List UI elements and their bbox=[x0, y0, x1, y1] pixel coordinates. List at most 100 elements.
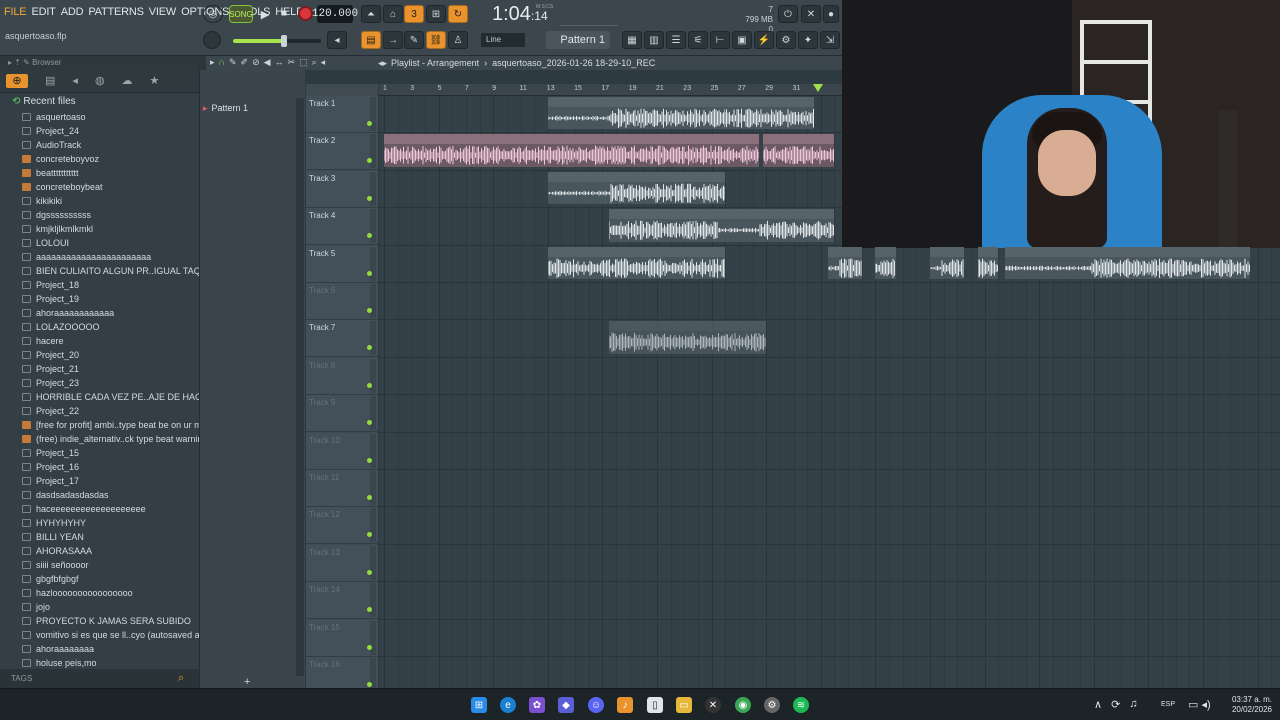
track-mute-led[interactable] bbox=[367, 382, 372, 388]
recent-files-heading[interactable]: ⟲ Recent files bbox=[12, 96, 76, 107]
slice-icon[interactable]: ✂ bbox=[288, 57, 296, 68]
track-grip[interactable] bbox=[370, 284, 376, 318]
pencil-icon[interactable]: ✎ bbox=[229, 57, 237, 68]
audio-clip[interactable]: untitled_2026-..6 17-45-57_REC bbox=[609, 209, 719, 242]
browser-cloud-tab-icon[interactable]: ☁ bbox=[122, 74, 133, 87]
audio-clip[interactable]: asquertoaso_2026-01-26 18-29-10_REC bbox=[609, 321, 767, 354]
metronome-icon[interactable]: ⏶ bbox=[361, 5, 381, 23]
mixer-icon[interactable]: ⚟ bbox=[688, 31, 708, 49]
track-mute-led[interactable] bbox=[367, 682, 372, 687]
track-header[interactable]: Track 2 bbox=[306, 133, 378, 171]
antivirus-icon[interactable]: ✕ bbox=[705, 697, 721, 713]
browser-all-tab-icon[interactable]: ⊕ bbox=[6, 73, 28, 88]
touch-icon[interactable]: ✦ bbox=[798, 31, 818, 49]
plugin-icon[interactable]: ⚡ bbox=[754, 31, 774, 49]
track-grip[interactable] bbox=[370, 134, 376, 169]
track-mute-led[interactable] bbox=[367, 457, 372, 463]
picker-scrollbar[interactable] bbox=[296, 98, 304, 676]
track-header[interactable]: Track 13 bbox=[306, 544, 378, 582]
track-mute-led[interactable] bbox=[367, 270, 372, 276]
master-pitch-knob[interactable] bbox=[203, 31, 221, 49]
arrow-right-icon[interactable]: → bbox=[383, 31, 403, 49]
language-indicator[interactable]: ESP bbox=[1161, 701, 1175, 708]
audio-clip[interactable]: untitled_2026-01-26 17-45-57_REC bbox=[718, 209, 835, 242]
track-grip[interactable] bbox=[370, 583, 376, 618]
pat-song-dial-icon[interactable]: ◎ bbox=[203, 5, 223, 23]
loop-record-icon[interactable]: ↻ bbox=[448, 5, 468, 23]
audio-clip[interactable] bbox=[875, 246, 896, 279]
browser-favorites-tab-icon[interactable]: ★ bbox=[150, 74, 160, 87]
spotify-icon[interactable]: ≋ bbox=[793, 697, 809, 713]
track-mute-led[interactable] bbox=[367, 495, 372, 500]
track-grip[interactable] bbox=[370, 358, 376, 393]
song-mode-button[interactable]: SONG bbox=[229, 5, 253, 23]
close-icon[interactable]: ✕ bbox=[801, 5, 821, 23]
pattern-select[interactable]: Pattern 1 bbox=[546, 31, 610, 49]
track-mute-led[interactable] bbox=[367, 195, 372, 201]
browser-folder-tab-icon[interactable]: ▤ bbox=[45, 74, 55, 87]
track-grip[interactable] bbox=[370, 545, 376, 580]
app-icon[interactable]: ◆ bbox=[558, 697, 574, 713]
browser-plugin-tab-icon[interactable]: ◂ bbox=[72, 74, 78, 87]
audio-clip[interactable]: unti..EC bbox=[930, 246, 965, 279]
master-volume-slider[interactable] bbox=[233, 35, 321, 47]
discord-icon[interactable]: ☺ bbox=[588, 697, 604, 713]
track-header[interactable]: Track 9 bbox=[306, 395, 378, 433]
menu-patterns[interactable]: PATTERNS bbox=[88, 6, 144, 18]
tray-overflow-icon[interactable]: ∧ bbox=[1094, 698, 1102, 711]
track-header[interactable]: Track 6 bbox=[306, 283, 378, 320]
link-icon[interactable]: ⛓ bbox=[426, 31, 446, 49]
audio-clip[interactable]: untitled_2026-01-26 18-12-52_REC #4 bbox=[547, 171, 726, 205]
settings-icon[interactable]: ⚙ bbox=[764, 697, 780, 713]
track-mute-led[interactable] bbox=[367, 308, 372, 313]
track-header[interactable]: Track 4 bbox=[306, 208, 378, 246]
browser-tree-icon[interactable]: ⊢ bbox=[710, 31, 730, 49]
record-button[interactable] bbox=[298, 6, 313, 21]
track-header[interactable]: Track 12 bbox=[306, 507, 378, 545]
audio-clip[interactable]: untitled_2026-01-26 18-24-25_REC bbox=[1005, 246, 1250, 279]
track-grip[interactable] bbox=[370, 171, 376, 206]
track-grip[interactable] bbox=[370, 97, 376, 131]
select-icon[interactable]: ⬚ bbox=[299, 57, 308, 68]
track-header[interactable]: Track 5 bbox=[306, 245, 378, 283]
audio-clip[interactable]: unti..EC bbox=[827, 246, 862, 279]
track-header[interactable]: Track 7 bbox=[306, 320, 378, 358]
wait-input-icon[interactable]: ⌂ bbox=[383, 5, 403, 23]
countdown-icon[interactable]: 3 bbox=[404, 5, 424, 23]
track-grip[interactable] bbox=[370, 321, 376, 356]
tempo-display[interactable]: 120.000 bbox=[312, 5, 358, 23]
fl-studio-icon[interactable]: ♪ bbox=[617, 697, 633, 713]
snap-select[interactable]: Line bbox=[481, 33, 525, 47]
play-button[interactable]: ▶ bbox=[256, 5, 274, 23]
draw-icon[interactable]: ✎ bbox=[404, 31, 424, 49]
track-grip[interactable] bbox=[370, 471, 376, 505]
audio-clip[interactable]: [free] nine vicious jayze jace! sampled … bbox=[384, 134, 760, 167]
step-edit-icon[interactable]: ⊞ bbox=[426, 5, 446, 23]
audio-clip[interactable]: untitled_2026-01-26 18-12-52_REC #5 bbox=[547, 246, 726, 279]
menu-edit[interactable]: EDIT bbox=[31, 6, 55, 18]
microphone-icon[interactable]: ● bbox=[823, 5, 839, 23]
mute-icon[interactable]: ◀ bbox=[264, 57, 271, 68]
stop-button[interactable]: ■ bbox=[276, 5, 292, 21]
paint-icon[interactable]: ✐ bbox=[241, 57, 249, 68]
track-grip[interactable] bbox=[370, 209, 376, 244]
track-grip[interactable] bbox=[370, 658, 376, 692]
playlist-grid-overflow[interactable] bbox=[842, 248, 1280, 688]
picker-pattern-item[interactable]: ▸ Pattern 1 bbox=[203, 103, 248, 114]
tray-mic-icon[interactable]: ♫ bbox=[1129, 698, 1137, 711]
menu-file[interactable]: FILE bbox=[4, 6, 27, 18]
network-volume-icons[interactable]: ▭ ◂) bbox=[1188, 698, 1211, 711]
track-header[interactable]: Track 3 bbox=[306, 170, 378, 208]
audio-clip[interactable]: untitled_2026-01-26 18-12-52_REC bbox=[547, 97, 726, 130]
menu-add[interactable]: ADD bbox=[61, 6, 84, 18]
audio-clip[interactable]: [free] n..ors of time bbox=[763, 134, 835, 167]
zoom-icon[interactable]: ⌕ bbox=[312, 57, 317, 68]
track-grip[interactable] bbox=[370, 396, 376, 431]
slip-icon[interactable]: ↔ bbox=[275, 57, 284, 68]
magnet-icon[interactable]: ∩ bbox=[219, 57, 225, 68]
windows-start-icon[interactable]: ⊞ bbox=[471, 697, 487, 713]
tags-bar[interactable]: TAGS bbox=[0, 669, 199, 688]
track-header[interactable]: Track 15 bbox=[306, 619, 378, 657]
project-icon[interactable]: ▣ bbox=[732, 31, 752, 49]
file-explorer-icon[interactable]: ▭ bbox=[676, 697, 692, 713]
